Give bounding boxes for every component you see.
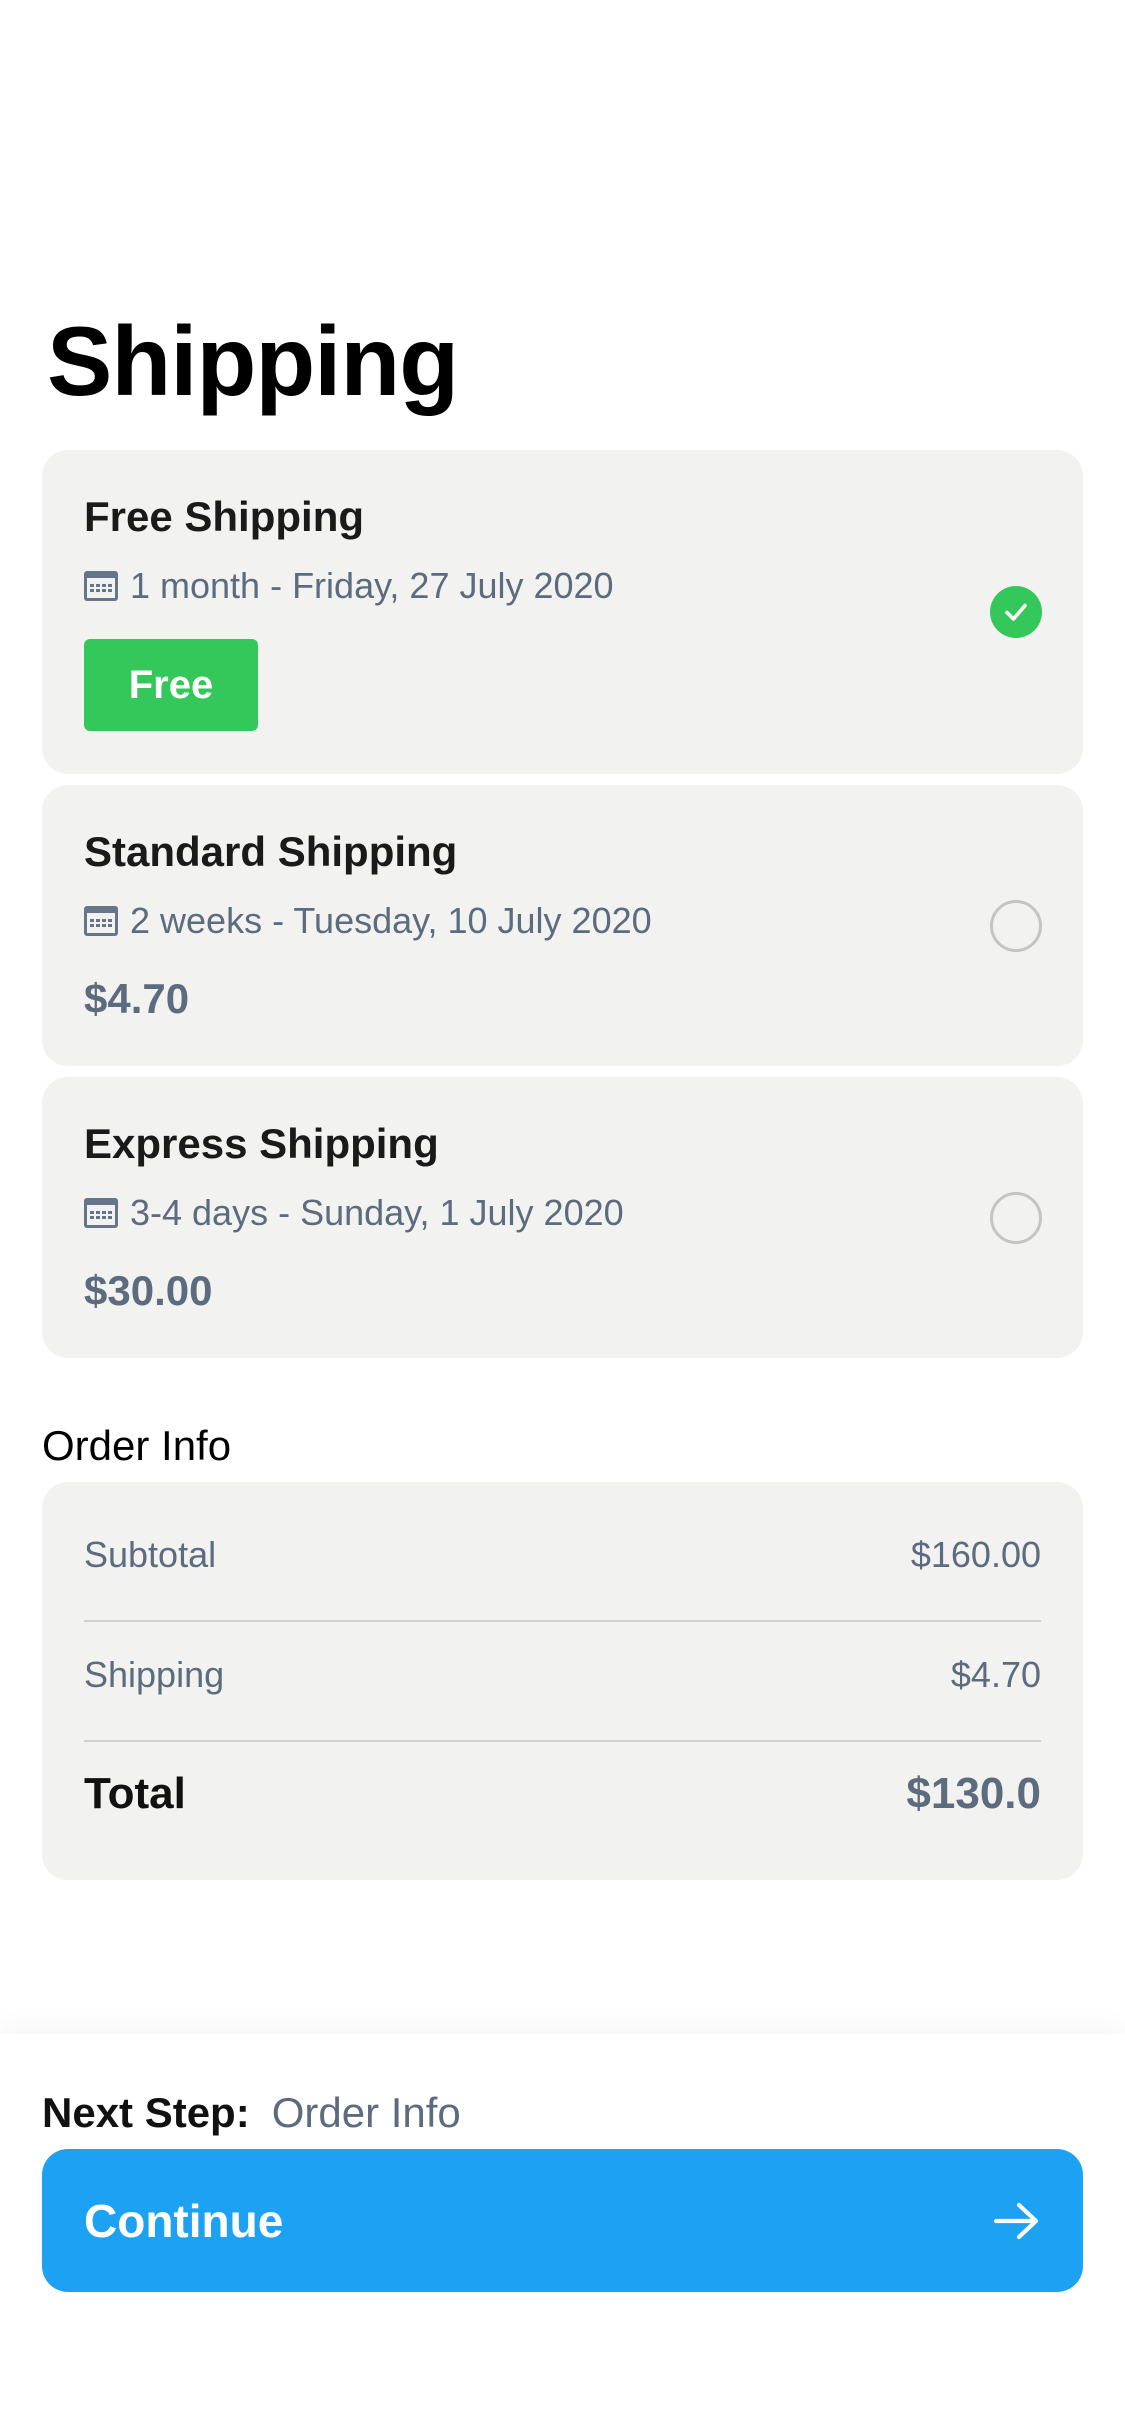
calendar-icon [84, 906, 118, 936]
shipping-row: Shipping $4.70 [84, 1654, 1041, 1696]
divider [84, 1620, 1041, 1622]
radio-selected[interactable] [990, 586, 1042, 638]
continue-label: Continue [84, 2194, 284, 2247]
shipping-label: Shipping [84, 1654, 225, 1695]
free-badge: Free [84, 639, 258, 731]
subtotal-value: $160.00 [910, 1534, 1041, 1575]
option-date-text: 3-4 days - Sunday, 1 July 2020 [130, 1192, 624, 1233]
radio-unselected[interactable] [990, 900, 1042, 952]
option-date: 2 weeks - Tuesday, 10 July 2020 [84, 903, 652, 939]
option-date-text: 1 month - Friday, 27 July 2020 [130, 565, 614, 606]
shipping-option-express[interactable]: Express Shipping 3-4 days - Sunday, 1 Ju… [42, 1077, 1083, 1358]
next-step-value: Order Info [271, 2089, 461, 2136]
radio-unselected[interactable] [990, 1192, 1042, 1244]
divider [84, 1740, 1041, 1742]
calendar-icon [84, 571, 118, 601]
next-step: Next Step: Order Info [42, 2092, 461, 2134]
shipping-option-free[interactable]: Free Shipping 1 month - Friday, 27 July … [42, 450, 1083, 774]
calendar-icon [84, 1198, 118, 1228]
total-row: Total $130.0 [84, 1769, 1041, 1819]
option-date: 1 month - Friday, 27 July 2020 [84, 568, 614, 604]
total-value: $130.0 [906, 1769, 1041, 1818]
subtotal-label: Subtotal [84, 1534, 217, 1575]
subtotal-row: Subtotal $160.00 [84, 1534, 1041, 1576]
checkmark-icon [1005, 603, 1027, 621]
next-step-label: Next Step: [42, 2089, 250, 2136]
option-price: $4.70 [84, 975, 190, 1022]
bottom-bar: Next Step: Order Info Continue [0, 2034, 1125, 2436]
option-title: Free Shipping [84, 493, 365, 540]
total-label: Total [84, 1769, 186, 1818]
shipping-screen: Shipping Free Shipping 1 month - Friday,… [0, 0, 1125, 2436]
page-title: Shipping [47, 306, 459, 416]
option-date-text: 2 weeks - Tuesday, 10 July 2020 [130, 900, 652, 941]
continue-button[interactable]: Continue [42, 2149, 1083, 2292]
order-info-card: Subtotal $160.00 Shipping $4.70 Total $1… [42, 1482, 1083, 1880]
shipping-option-standard[interactable]: Standard Shipping 2 weeks - Tuesday, 10 … [42, 785, 1083, 1066]
arrow-right-icon [993, 2202, 1039, 2239]
option-title: Express Shipping [84, 1120, 439, 1167]
option-date: 3-4 days - Sunday, 1 July 2020 [84, 1195, 624, 1231]
option-price: $30.00 [84, 1267, 213, 1314]
shipping-value: $4.70 [950, 1654, 1041, 1695]
order-info-title: Order Info [42, 1422, 232, 1469]
option-title: Standard Shipping [84, 828, 458, 875]
